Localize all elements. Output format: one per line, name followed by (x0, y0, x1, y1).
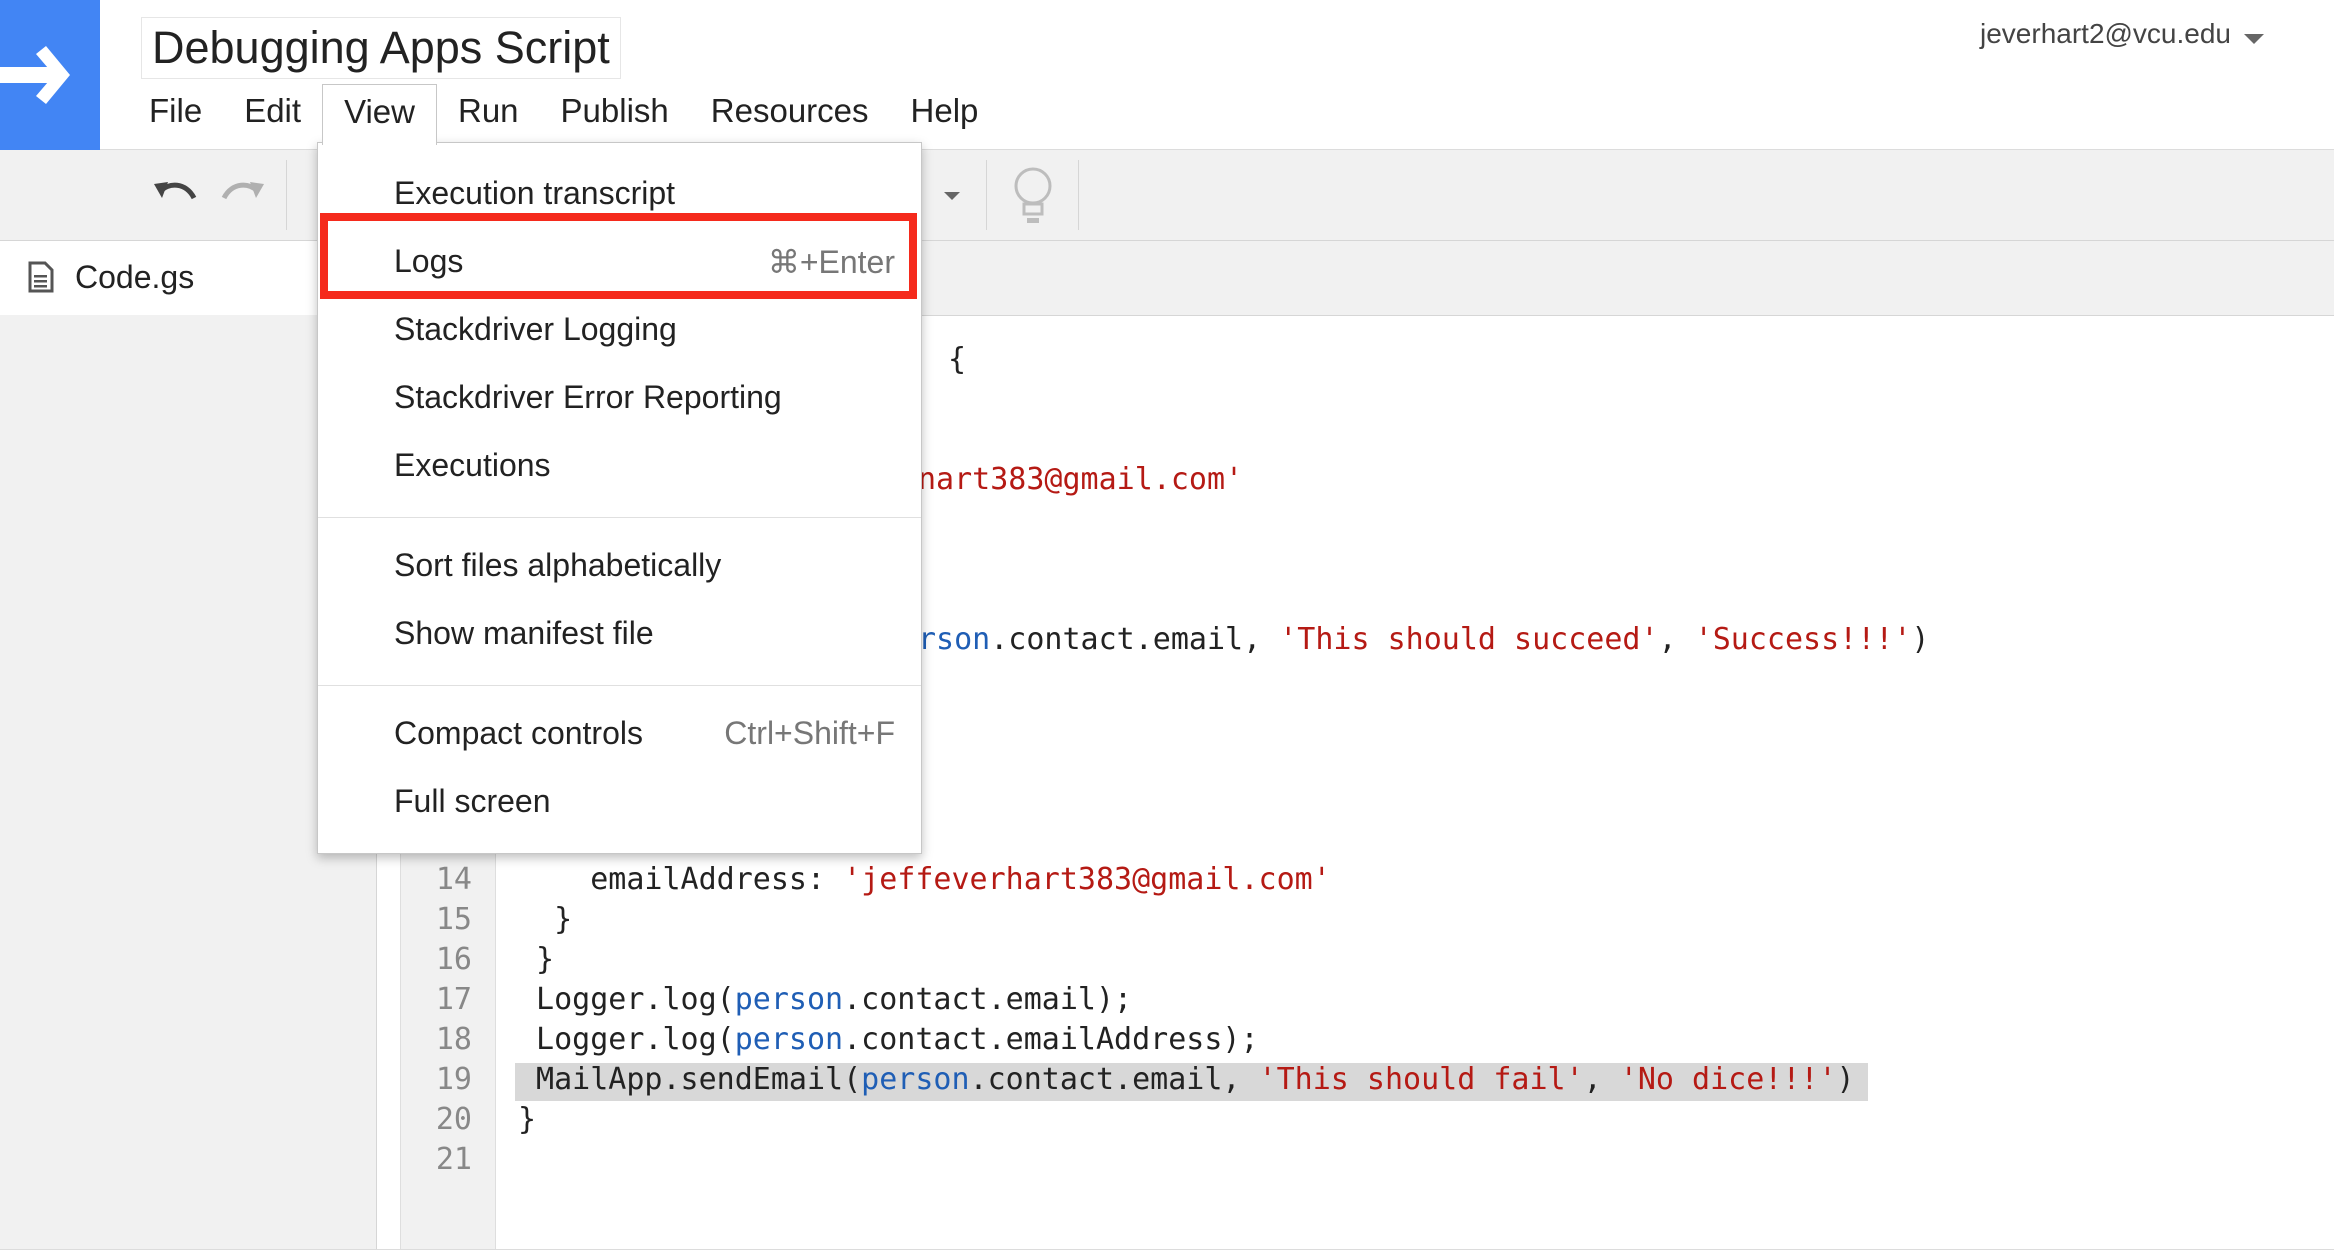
code-fragment: nart383@gmail.com' (918, 462, 1244, 497)
line-number: 19 (435, 1062, 472, 1097)
undo-icon[interactable] (152, 178, 198, 212)
line-number: 16 (435, 942, 472, 977)
code-token: Logger.log( (518, 982, 735, 1017)
arrow-right-icon (0, 46, 70, 104)
lightbulb-icon[interactable] (1010, 164, 1056, 228)
menu-option-stackdriver-logging[interactable]: Stackdriver Logging (318, 299, 921, 361)
line-number: 15 (435, 902, 472, 937)
code-token: .contact.emailAddress); (843, 1022, 1259, 1057)
view-menu-dropdown: Execution transcript Logs ⌘+Enter Stackd… (317, 142, 922, 854)
code-token: } (518, 1102, 537, 1137)
file-icon (28, 261, 54, 293)
menu-option-sort-files[interactable]: Sort files alphabetically (318, 535, 921, 597)
menu-help[interactable]: Help (890, 84, 1000, 148)
menu-option-shortcut: ⌘+Enter (767, 244, 895, 280)
code-token: MailApp.sendEmail( (518, 1062, 862, 1097)
menu-option-label: Stackdriver Error Reporting (394, 379, 782, 415)
code-fragment: { (948, 342, 967, 377)
menu-view[interactable]: View (322, 84, 437, 145)
menu-option-full-screen[interactable]: Full screen (318, 771, 921, 833)
file-name: Code.gs (75, 259, 195, 295)
function-select-caret-icon[interactable] (944, 192, 960, 200)
menu-bar: File Edit View Run Publish Resources Hel… (128, 84, 999, 148)
editor-bottom-border (0, 1249, 2334, 1254)
code-line: emailAddress: 'jeffeverhart383@gmail.com… (518, 862, 1331, 897)
menu-option-logs[interactable]: Logs ⌘+Enter (318, 231, 921, 293)
menu-resources[interactable]: Resources (690, 84, 890, 148)
code-token: person (734, 1022, 844, 1057)
code-token: ) (1911, 622, 1930, 657)
menu-run[interactable]: Run (437, 84, 540, 148)
code-token: 'Success!!!' (1694, 622, 1912, 657)
code-token: , (1583, 1062, 1620, 1097)
menu-separator (318, 517, 921, 518)
code-token: emailAddress: (518, 862, 844, 897)
menu-option-executions[interactable]: Executions (318, 435, 921, 497)
code-line: } (518, 1102, 536, 1137)
menu-option-label: Logs (394, 243, 464, 279)
project-title[interactable]: Debugging Apps Script (141, 17, 621, 79)
toolbar-separator (1078, 160, 1079, 230)
code-token: .contact.email, (969, 1062, 1259, 1097)
redo-icon[interactable] (220, 178, 266, 212)
code-token: person (734, 982, 844, 1017)
menu-option-compact-controls[interactable]: Compact controls Ctrl+Shift+F (318, 703, 921, 765)
code-token: person (861, 1062, 970, 1097)
code-token: .contact.email, (990, 622, 1280, 657)
code-token: , (1658, 622, 1695, 657)
menu-option-label: Compact controls (394, 715, 643, 751)
menu-option-shortcut: Ctrl+Shift+F (724, 715, 895, 751)
menu-edit[interactable]: Edit (223, 84, 322, 148)
account-caret-icon[interactable] (2244, 34, 2264, 44)
toolbar-separator (286, 160, 287, 230)
menu-option-label: Execution transcript (394, 175, 676, 211)
line-number: 21 (435, 1142, 472, 1177)
menu-option-label: Executions (394, 447, 551, 483)
code-line: Logger.log(person.contact.emailAddress); (518, 1022, 1259, 1057)
toolbar-separator (986, 160, 987, 230)
code-token: rson (918, 622, 991, 657)
menu-option-execution-transcript[interactable]: Execution transcript (318, 163, 921, 225)
account-email[interactable]: jeverhart2@vcu.edu (1980, 18, 2231, 50)
line-number: 18 (435, 1022, 472, 1057)
code-token: } (518, 902, 573, 937)
apps-script-logo[interactable] (0, 0, 100, 150)
code-line: Logger.log(person.contact.email); (518, 982, 1132, 1017)
menu-option-label: Show manifest file (394, 615, 654, 651)
menu-option-label: Full screen (394, 783, 551, 819)
menu-file[interactable]: File (128, 84, 223, 148)
code-token: Logger.log( (518, 1022, 735, 1057)
code-line: } (518, 942, 554, 977)
code-token: 'This should succeed' (1279, 622, 1659, 657)
line-number: 20 (435, 1102, 472, 1137)
menu-publish[interactable]: Publish (540, 84, 690, 148)
menu-option-label: Stackdriver Logging (394, 311, 677, 347)
code-fragment: rson.contact.email, 'This should succeed… (918, 622, 1929, 657)
line-number: 14 (435, 862, 472, 897)
code-token: ) (1836, 1062, 1855, 1097)
code-line: MailApp.sendEmail(person.contact.email, … (518, 1062, 1855, 1097)
menu-option-label: Sort files alphabetically (394, 547, 722, 583)
code-token: 'No dice!!!' (1619, 1062, 1837, 1097)
code-token: 'jeffeverhart383@gmail.com' (843, 862, 1331, 897)
line-number: 17 (435, 982, 472, 1017)
code-token: 'This should fail' (1258, 1062, 1584, 1097)
menu-separator (318, 685, 921, 686)
menu-option-show-manifest[interactable]: Show manifest file (318, 603, 921, 665)
menu-option-stackdriver-error-reporting[interactable]: Stackdriver Error Reporting (318, 367, 921, 429)
code-line: } (518, 902, 572, 937)
code-token: } (518, 942, 555, 977)
code-token: .contact.email); (843, 982, 1133, 1017)
